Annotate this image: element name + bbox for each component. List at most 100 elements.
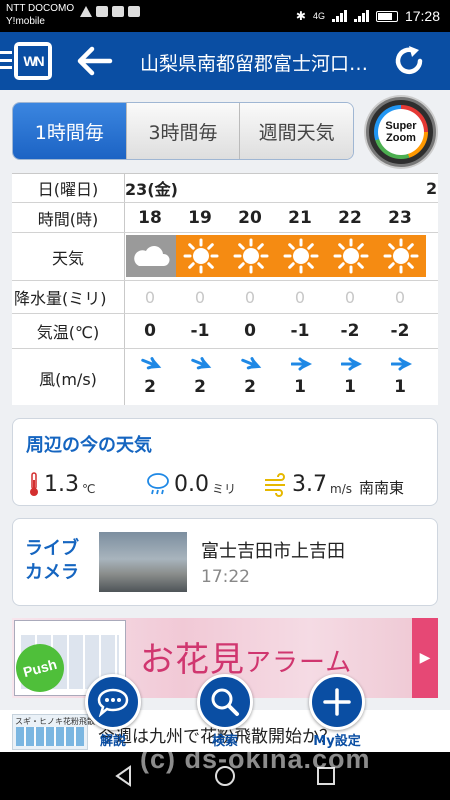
my-settings-button[interactable] — [309, 674, 365, 730]
tab-3-hourly[interactable]: 3時間毎 — [126, 103, 241, 159]
signal-icon — [331, 10, 347, 22]
hour-cell: 19 — [188, 207, 212, 228]
hourly-forecast-table[interactable]: 日(曜日) 23(金) 2 時間(時) 18 19 20 21 22 23 天気 降水量(… — [12, 173, 438, 405]
magnifier-icon — [211, 688, 239, 716]
wind-cell: 1 — [375, 349, 425, 405]
live-camera-label-line1: ライブ — [25, 538, 79, 559]
current-temp-unit: ℃ — [82, 482, 96, 496]
nav-back-icon[interactable] — [112, 764, 136, 788]
weather-row: 天気 — [12, 233, 438, 281]
forecast-tabs: 1時間毎 3時間毎 週間天気 — [12, 102, 354, 160]
sun-icon — [233, 238, 269, 274]
explanation-button[interactable] — [85, 674, 141, 730]
superzoom-button[interactable]: Super Zoom — [366, 97, 436, 167]
hour-row-label: 時間(時) — [12, 203, 125, 232]
sun-icon — [333, 238, 369, 274]
camera-timestamp: 17:22 — [201, 567, 250, 587]
wind-cell: 2 — [125, 349, 175, 405]
live-camera-label-line2: カメラ — [25, 562, 79, 583]
live-camera-thumbnail[interactable] — [99, 532, 187, 592]
current-wind-direction: 南南東 — [358, 479, 404, 497]
temp-cell: 0 — [244, 321, 256, 341]
temp-cell: -2 — [340, 321, 360, 341]
hour-cell: 23 — [388, 207, 412, 228]
menu-icon[interactable] — [0, 51, 12, 69]
weathernews-logo[interactable]: WN — [14, 42, 52, 80]
next-date-value: 2 — [426, 178, 438, 198]
temp-row-label: 気温(℃) — [12, 314, 125, 348]
wind-speed-value: 1 — [394, 377, 406, 397]
current-rain: 0.0 ミリ — [145, 469, 236, 497]
hour-cell: 21 — [288, 207, 312, 228]
logo-text: WN — [18, 46, 48, 76]
thermometer-icon — [30, 472, 38, 496]
sun-icon — [383, 238, 419, 274]
current-weather-card[interactable]: 周辺の今の天気 1.3 ℃ 0.0 ミリ 3.7 m/s 南南東 — [12, 418, 438, 506]
precip-cell: 0 — [344, 287, 356, 307]
wind-speed-value: 2 — [194, 377, 206, 397]
bluetooth-icon: ✱ — [295, 9, 306, 23]
wind-speed-value: 1 — [344, 377, 356, 397]
refresh-button[interactable] — [390, 42, 428, 80]
rain-cloud-icon — [147, 473, 169, 495]
arrow-left-icon — [77, 46, 113, 76]
precip-cell: 0 — [294, 287, 306, 307]
wind-direction-icon — [191, 357, 212, 370]
warning-icon — [80, 6, 92, 17]
current-temp-value: 1.3 — [44, 472, 79, 497]
refresh-icon — [395, 46, 423, 75]
sunny-weather-cell — [326, 235, 376, 277]
wind-direction-icon — [141, 357, 162, 370]
app-notification-icon — [128, 6, 140, 17]
superzoom-line2: Zoom — [386, 132, 416, 144]
wind-row: 風(m/s) 2 2 2 1 1 1 — [12, 349, 438, 405]
tab-weekly[interactable]: 週間天気 — [240, 103, 353, 159]
temp-cell: -1 — [190, 321, 210, 341]
current-wind: 3.7 m/s 南南東 — [263, 469, 404, 497]
search-button[interactable] — [197, 674, 253, 730]
tab-hourly[interactable]: 1時間毎 — [13, 103, 127, 159]
facebook-icon — [96, 6, 108, 17]
hour-cell: 18 — [138, 207, 162, 228]
live-camera-card[interactable]: ライブ カメラ 富士吉田市上吉田 17:22 — [12, 518, 438, 606]
hour-cell: 22 — [338, 207, 362, 228]
banner-title: お花見アラーム — [140, 632, 352, 681]
status-right: ✱ 4G 17:28 — [296, 8, 440, 24]
precip-row-label: 降水量(ミリ) — [12, 281, 125, 313]
wind-cell: 2 — [225, 349, 275, 405]
status-bar: NTT DOCOMO Y!mobile ✱ 4G 17:28 — [0, 0, 450, 32]
wind-cell: 1 — [275, 349, 325, 405]
back-button[interactable] — [72, 41, 116, 81]
wind-icon — [265, 473, 285, 497]
temp-cell: 0 — [144, 321, 156, 341]
cloudy-weather-cell — [126, 235, 176, 277]
precip-cell: 0 — [244, 287, 256, 307]
date-row-label: 日(曜日) — [12, 174, 125, 202]
clock: 17:28 — [404, 8, 440, 24]
wind-speed-value: 1 — [294, 377, 306, 397]
sunny-weather-cell — [276, 235, 326, 277]
wind-direction-icon — [341, 357, 362, 371]
live-camera-label: ライブ カメラ — [25, 537, 79, 585]
notification-icons — [80, 6, 140, 17]
watermark: (c) ds-okina.com — [140, 744, 371, 774]
carrier-secondary: Y!mobile — [6, 16, 45, 27]
current-weather-title: 周辺の今の天気 — [26, 435, 152, 456]
precip-cell: 0 — [194, 287, 206, 307]
current-wind-unit: m/s — [330, 482, 352, 496]
banner-arrow-icon[interactable]: ▶ — [412, 618, 438, 698]
camera-location: 富士吉田市上吉田 — [201, 541, 345, 562]
carrier-primary: NTT DOCOMO — [6, 3, 75, 14]
plus-icon — [323, 688, 351, 716]
wind-row-label: 風(m/s) — [12, 349, 125, 405]
wind-direction-icon — [241, 357, 262, 370]
location-title: 山梨県南都留郡富士河口湖町 — [140, 53, 380, 75]
wind-cell: 1 — [325, 349, 375, 405]
superzoom-face: Super Zoom — [378, 109, 424, 155]
wind-speed-value: 2 — [244, 377, 256, 397]
battery-icon — [375, 10, 398, 22]
date-value: 23(金) — [125, 180, 178, 199]
temp-row: 気温(℃) 0 -1 0 -1 -2 -2 — [12, 314, 438, 349]
current-temperature: 1.3 ℃ — [27, 469, 95, 497]
wind-direction-icon — [391, 357, 412, 371]
